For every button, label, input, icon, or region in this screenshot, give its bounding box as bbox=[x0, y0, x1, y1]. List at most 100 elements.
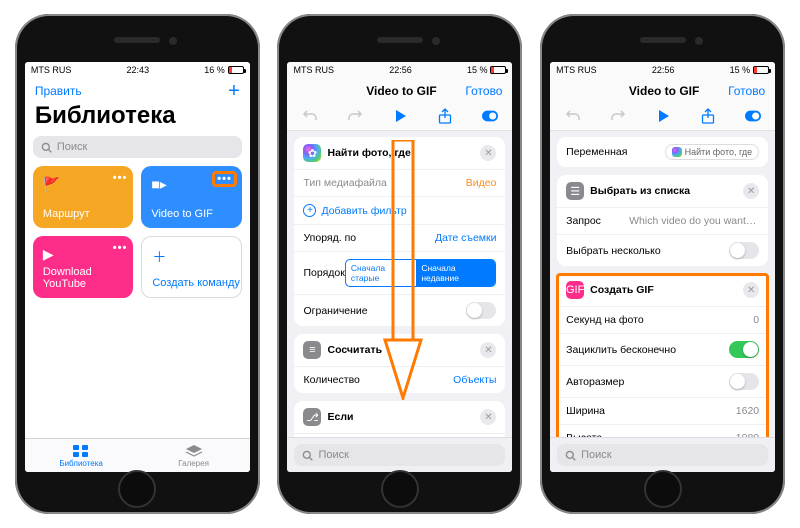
delete-action-button[interactable]: ✕ bbox=[480, 145, 496, 161]
prompt-value[interactable]: Which video do you want to make a... bbox=[629, 215, 759, 227]
variable-row: Переменная Найти фото, где bbox=[557, 137, 768, 167]
multi-label: Выбрать несколько bbox=[566, 245, 661, 257]
limit-switch[interactable] bbox=[466, 302, 496, 319]
nav-bar: Video to GIF Готово bbox=[287, 78, 512, 102]
status-bar: MTS RUS 22:43 16 % bbox=[25, 62, 250, 78]
settings-toggle-icon[interactable] bbox=[745, 108, 761, 124]
multi-switch[interactable] bbox=[729, 242, 759, 259]
card-download-youtube[interactable]: ▶ ••• Download YouTube bbox=[33, 236, 134, 298]
delete-action-button[interactable]: ✕ bbox=[480, 409, 496, 425]
sort-by-value[interactable]: Дате съемки bbox=[435, 232, 497, 244]
photos-icon: ✿ bbox=[303, 144, 321, 162]
autosize-label: Авторазмер bbox=[566, 376, 624, 388]
nav-bar: Править + bbox=[25, 78, 250, 102]
battery-pct: 15 % bbox=[467, 65, 488, 75]
signpost-icon: 🚩 bbox=[43, 176, 60, 192]
photos-icon bbox=[672, 147, 682, 157]
phone-editor-gif: MTS RUS 22:56 15 % Video to GIF Готово П… bbox=[540, 14, 785, 514]
screen-editor-gif: MTS RUS 22:56 15 % Video to GIF Готово П… bbox=[550, 62, 775, 472]
play-icon[interactable] bbox=[392, 108, 408, 124]
autosize-switch[interactable] bbox=[729, 373, 759, 390]
status-bar: MTS RUS 22:56 15 % bbox=[550, 62, 775, 78]
play-icon: ▶ bbox=[43, 246, 54, 262]
share-icon[interactable] bbox=[437, 108, 453, 124]
action-title: Найти фото, где bbox=[327, 147, 410, 159]
card-video-to-gif[interactable]: ■▸ ••• Video to GIF bbox=[141, 166, 242, 228]
seg-oldest[interactable]: Сначала старые bbox=[346, 260, 417, 286]
share-icon[interactable] bbox=[700, 108, 716, 124]
settings-toggle-icon[interactable] bbox=[482, 108, 498, 124]
redo-icon[interactable] bbox=[347, 108, 363, 124]
delete-action-button[interactable]: ✕ bbox=[743, 282, 759, 298]
variable-token[interactable]: Найти фото, где bbox=[665, 144, 760, 160]
undo-icon[interactable] bbox=[302, 108, 318, 124]
search-placeholder: Поиск bbox=[581, 449, 611, 461]
search-icon bbox=[565, 450, 576, 461]
plus-circle-icon: + bbox=[303, 204, 316, 217]
delete-action-button[interactable]: ✕ bbox=[743, 183, 759, 199]
variable-label: Переменная bbox=[566, 146, 627, 158]
carrier-label: MTS RUS bbox=[293, 65, 334, 75]
home-button[interactable] bbox=[381, 470, 419, 508]
action-choose-from-list: ☰Выбрать из списка✕ ЗапросWhich video do… bbox=[557, 175, 768, 266]
card-label: Маршрут bbox=[43, 208, 90, 220]
search-input[interactable]: Поиск bbox=[557, 444, 768, 466]
search-placeholder: Поиск bbox=[318, 449, 348, 461]
camera bbox=[432, 37, 440, 45]
camera bbox=[695, 37, 703, 45]
quantity-value[interactable]: Объекты bbox=[453, 374, 496, 386]
earpiece bbox=[640, 37, 686, 43]
search-input[interactable]: Поиск bbox=[33, 136, 242, 158]
plus-icon: ＋ bbox=[152, 249, 166, 265]
add-button[interactable]: + bbox=[228, 84, 240, 98]
battery-pct: 16 % bbox=[204, 65, 225, 75]
page-title: Библиотека bbox=[25, 102, 250, 136]
carrier-label: MTS RUS bbox=[556, 65, 597, 75]
variable-token-label: Найти фото, где bbox=[685, 147, 753, 157]
home-button[interactable] bbox=[118, 470, 156, 508]
width-label: Ширина bbox=[566, 405, 605, 417]
battery-icon bbox=[228, 66, 244, 74]
search-icon bbox=[41, 142, 52, 153]
tab-library[interactable]: Библиотека bbox=[25, 439, 138, 472]
card-route[interactable]: 🚩 ••• Маршрут bbox=[33, 166, 134, 228]
editor-content[interactable]: ✿Найти фото, где ✕ Тип медиафайла Видео … bbox=[287, 131, 512, 472]
filter-type-value[interactable]: Видео bbox=[466, 177, 497, 189]
action-count: ≡Сосчитать✕ КоличествоОбъекты bbox=[294, 334, 505, 393]
play-icon[interactable] bbox=[655, 108, 671, 124]
camera bbox=[169, 37, 177, 45]
width-value[interactable]: 1620 bbox=[736, 405, 759, 417]
more-icon[interactable]: ••• bbox=[213, 172, 236, 186]
delete-action-button[interactable]: ✕ bbox=[480, 342, 496, 358]
sort-by-label: Упоряд. по bbox=[303, 232, 356, 244]
action-title: Выбрать из списка bbox=[590, 185, 690, 197]
home-button[interactable] bbox=[644, 470, 682, 508]
more-icon[interactable]: ••• bbox=[113, 172, 128, 184]
tab-label: Библиотека bbox=[59, 459, 103, 468]
clock: 22:43 bbox=[127, 65, 150, 75]
editor-content[interactable]: Переменная Найти фото, где ☰Выбрать из с… bbox=[550, 131, 775, 472]
seconds-value[interactable]: 0 bbox=[753, 314, 759, 326]
action-title: Сосчитать bbox=[327, 344, 382, 356]
carrier-label: MTS RUS bbox=[31, 65, 72, 75]
filter-type-label[interactable]: Тип медиафайла bbox=[303, 177, 386, 189]
phone-editor-find: MTS RUS 22:56 15 % Video to GIF Готово ✿… bbox=[277, 14, 522, 514]
edit-button[interactable]: Править bbox=[35, 84, 82, 98]
undo-icon[interactable] bbox=[565, 108, 581, 124]
more-icon[interactable]: ••• bbox=[113, 242, 128, 254]
redo-icon[interactable] bbox=[610, 108, 626, 124]
card-create-shortcut[interactable]: ＋ Создать команду bbox=[141, 236, 242, 298]
search-input[interactable]: Поиск bbox=[294, 444, 505, 466]
loop-switch[interactable] bbox=[729, 341, 759, 358]
order-segmented[interactable]: Сначала старыеСначала недавние bbox=[345, 259, 497, 287]
nav-title: Video to GIF bbox=[337, 84, 465, 98]
add-filter-button[interactable]: +Добавить фильтр bbox=[294, 196, 505, 224]
done-button[interactable]: Готово bbox=[465, 84, 502, 98]
earpiece bbox=[114, 37, 160, 43]
action-title: Если bbox=[327, 411, 353, 423]
gif-icon: GIF bbox=[566, 281, 584, 299]
seg-newest[interactable]: Сначала недавние bbox=[416, 260, 495, 286]
tab-gallery[interactable]: Галерея bbox=[137, 439, 250, 472]
done-button[interactable]: Готово bbox=[728, 84, 765, 98]
nav-title: Video to GIF bbox=[600, 84, 728, 98]
